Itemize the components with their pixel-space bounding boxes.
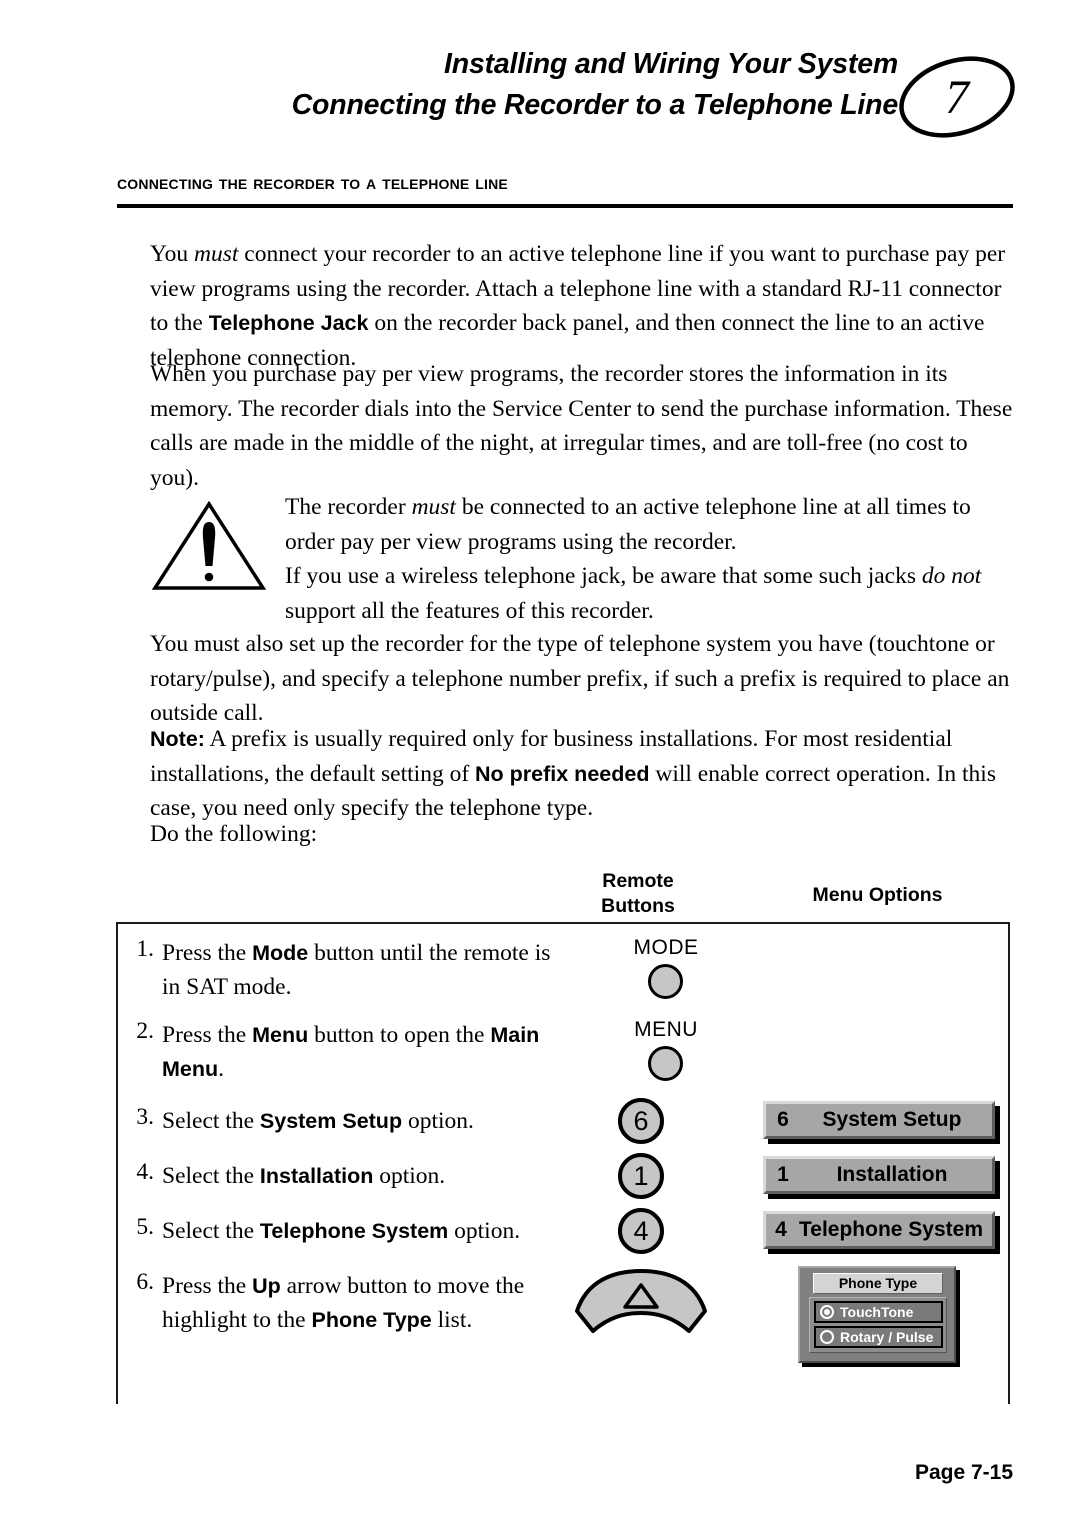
menu-option-installation[interactable]: 1 Installation bbox=[763, 1156, 995, 1194]
step5-term-telephone-system: Telephone System bbox=[259, 1219, 449, 1243]
section-heading-rule bbox=[117, 204, 1013, 208]
table-row: 1. Press the Mode button until the remot… bbox=[118, 924, 1012, 1006]
note-term-no-prefix-needed: No prefix needed bbox=[475, 761, 650, 786]
step-number: 2. bbox=[136, 1018, 154, 1044]
chapter-number-badge: 7 bbox=[893, 44, 1021, 150]
note-label: Note: bbox=[150, 727, 205, 751]
chapter-number-label: 7 bbox=[945, 71, 969, 124]
warning-line1-a: The recorder bbox=[285, 494, 412, 520]
table-row: 5. Select the Telephone System option. 4… bbox=[118, 1202, 1012, 1257]
warning-emphasis-do-not: do not bbox=[921, 563, 982, 589]
remote-button-mode[interactable] bbox=[648, 964, 683, 999]
menu-option-label: Telephone System bbox=[799, 1218, 983, 1241]
menu-option-system-setup[interactable]: 6 System Setup bbox=[763, 1101, 995, 1139]
menu-option-telephone-system[interactable]: 4 Telephone System bbox=[763, 1211, 995, 1249]
warning-block: The recorder must be connected to an act… bbox=[150, 490, 1016, 624]
column-header-remote-line2: Buttons bbox=[601, 895, 675, 917]
warning-text: The recorder must be connected to an act… bbox=[285, 490, 1016, 628]
phone-type-option-touchtone[interactable]: TouchTone bbox=[814, 1301, 943, 1323]
remote-button-label-mode: MODE bbox=[633, 936, 699, 959]
step-text: Select the System Setup option. bbox=[162, 1104, 572, 1138]
warning-emphasis-must: must bbox=[411, 494, 456, 520]
step2-term-menu: Menu bbox=[252, 1023, 309, 1047]
paragraph-intro: You must connect your recorder to an act… bbox=[150, 237, 1016, 375]
phone-type-dialog-title: Phone Type bbox=[813, 1273, 943, 1294]
step2-part-a: Press the bbox=[162, 1022, 253, 1048]
step4-term-installation: Installation bbox=[259, 1164, 374, 1188]
step4-part-a: Select the bbox=[162, 1163, 260, 1189]
p1-term-telephone-jack: Telephone Jack bbox=[208, 311, 369, 335]
step-number: 6. bbox=[136, 1269, 154, 1295]
step1-part-a: Press the bbox=[162, 940, 253, 966]
section-heading: Connecting the Recorder to a Telephone L… bbox=[117, 172, 1013, 195]
phone-type-option-label: Rotary / Pulse bbox=[840, 1329, 934, 1345]
step-number: 1. bbox=[136, 936, 154, 962]
menu-option-label: System Setup bbox=[822, 1108, 962, 1131]
header-title-line-2: Connecting the Recorder to a Telephone L… bbox=[291, 89, 899, 121]
column-header-menu-options: Menu Options bbox=[812, 884, 943, 906]
table-row: 3. Select the System Setup option. 6 6 S… bbox=[118, 1092, 1012, 1147]
up-arrow-key-svg bbox=[575, 1269, 707, 1333]
step-number: 4. bbox=[136, 1159, 154, 1185]
page-footer: Page 7-15 bbox=[914, 1461, 1013, 1484]
phone-type-option-rotary-pulse[interactable]: Rotary / Pulse bbox=[814, 1326, 943, 1348]
warning-triangle-icon bbox=[150, 498, 268, 594]
header-title-block: Installing and Wiring Your System Connec… bbox=[291, 44, 899, 126]
step-text: Select the Installation option. bbox=[162, 1159, 572, 1193]
remote-button-digit-1[interactable]: 1 bbox=[618, 1153, 664, 1199]
step-text: Press the Menu button to open the Main M… bbox=[162, 1018, 572, 1086]
p1-part-a: You bbox=[150, 241, 194, 267]
step4-part-c: option. bbox=[373, 1163, 446, 1189]
remote-button-label-menu: MENU bbox=[634, 1018, 698, 1041]
step-number: 5. bbox=[136, 1214, 154, 1240]
step6-part-a: Press the bbox=[162, 1273, 253, 1299]
step5-part-a: Select the bbox=[162, 1218, 260, 1244]
remote-button-digit-4[interactable]: 4 bbox=[618, 1208, 664, 1254]
paragraph-setup-types: You must also set up the recorder for th… bbox=[150, 631, 1010, 726]
step-text: Press the Up arrow button to move the hi… bbox=[162, 1269, 562, 1337]
remote-button-menu[interactable] bbox=[648, 1046, 683, 1081]
header-title-line-1: Installing and Wiring Your System bbox=[444, 48, 898, 80]
paragraph-do-following: Do the following: bbox=[150, 821, 318, 847]
paragraph-note: Note: A prefix is usually required only … bbox=[150, 722, 1016, 826]
step3-part-a: Select the bbox=[162, 1108, 260, 1134]
table-row: 2. Press the Menu button to open the Mai… bbox=[118, 1006, 1012, 1092]
warning-line2-c: support all the features of this recorde… bbox=[285, 597, 654, 624]
menu-option-number: 6 bbox=[777, 1108, 789, 1131]
phone-type-dialog: Phone Type TouchTone Rotary / Pulse bbox=[798, 1266, 956, 1363]
step1-term-mode: Mode bbox=[252, 941, 309, 965]
step3-part-c: option. bbox=[402, 1108, 474, 1134]
step-text: Select the Telephone System option. bbox=[162, 1214, 592, 1248]
menu-option-number: 1 bbox=[777, 1163, 789, 1186]
paragraph-ppv-memory: When you purchase pay per view programs,… bbox=[150, 361, 1013, 491]
remote-button-digit-6[interactable]: 6 bbox=[618, 1098, 664, 1144]
phone-type-option-list: TouchTone Rotary / Pulse bbox=[809, 1297, 947, 1353]
radio-selected-icon[interactable] bbox=[820, 1305, 834, 1319]
remote-button-up-arrow[interactable] bbox=[561, 1267, 721, 1353]
step6-part-e: list. bbox=[431, 1307, 473, 1333]
step6-term-up: Up bbox=[252, 1274, 281, 1298]
menu-option-number: 4 bbox=[775, 1218, 787, 1241]
step5-part-c: option. bbox=[448, 1218, 521, 1244]
step3-term-system-setup: System Setup bbox=[259, 1109, 403, 1133]
warning-triangle-svg bbox=[151, 500, 267, 590]
column-header-remote-buttons: Remote Buttons bbox=[558, 869, 718, 919]
p1-emphasis-must: must bbox=[194, 241, 239, 267]
radio-unselected-icon[interactable] bbox=[820, 1330, 834, 1344]
section-heading-label: Connecting the Recorder to a Telephone L… bbox=[117, 172, 508, 194]
menu-option-label: Installation bbox=[836, 1163, 948, 1186]
step6-term-phone-type: Phone Type bbox=[311, 1308, 432, 1332]
phone-type-option-label: TouchTone bbox=[840, 1304, 914, 1320]
warning-line2-a: If you use a wireless telephone jack, be… bbox=[285, 563, 922, 589]
step-number: 3. bbox=[136, 1104, 154, 1130]
column-header-remote-line1: Remote bbox=[602, 870, 674, 892]
step2-part-e: . bbox=[218, 1056, 225, 1082]
step2-part-c: button to open the bbox=[308, 1022, 491, 1048]
step-text: Press the Mode button until the remote i… bbox=[162, 936, 572, 1004]
table-row: 4. Select the Installation option. 1 1 I… bbox=[118, 1147, 1012, 1202]
